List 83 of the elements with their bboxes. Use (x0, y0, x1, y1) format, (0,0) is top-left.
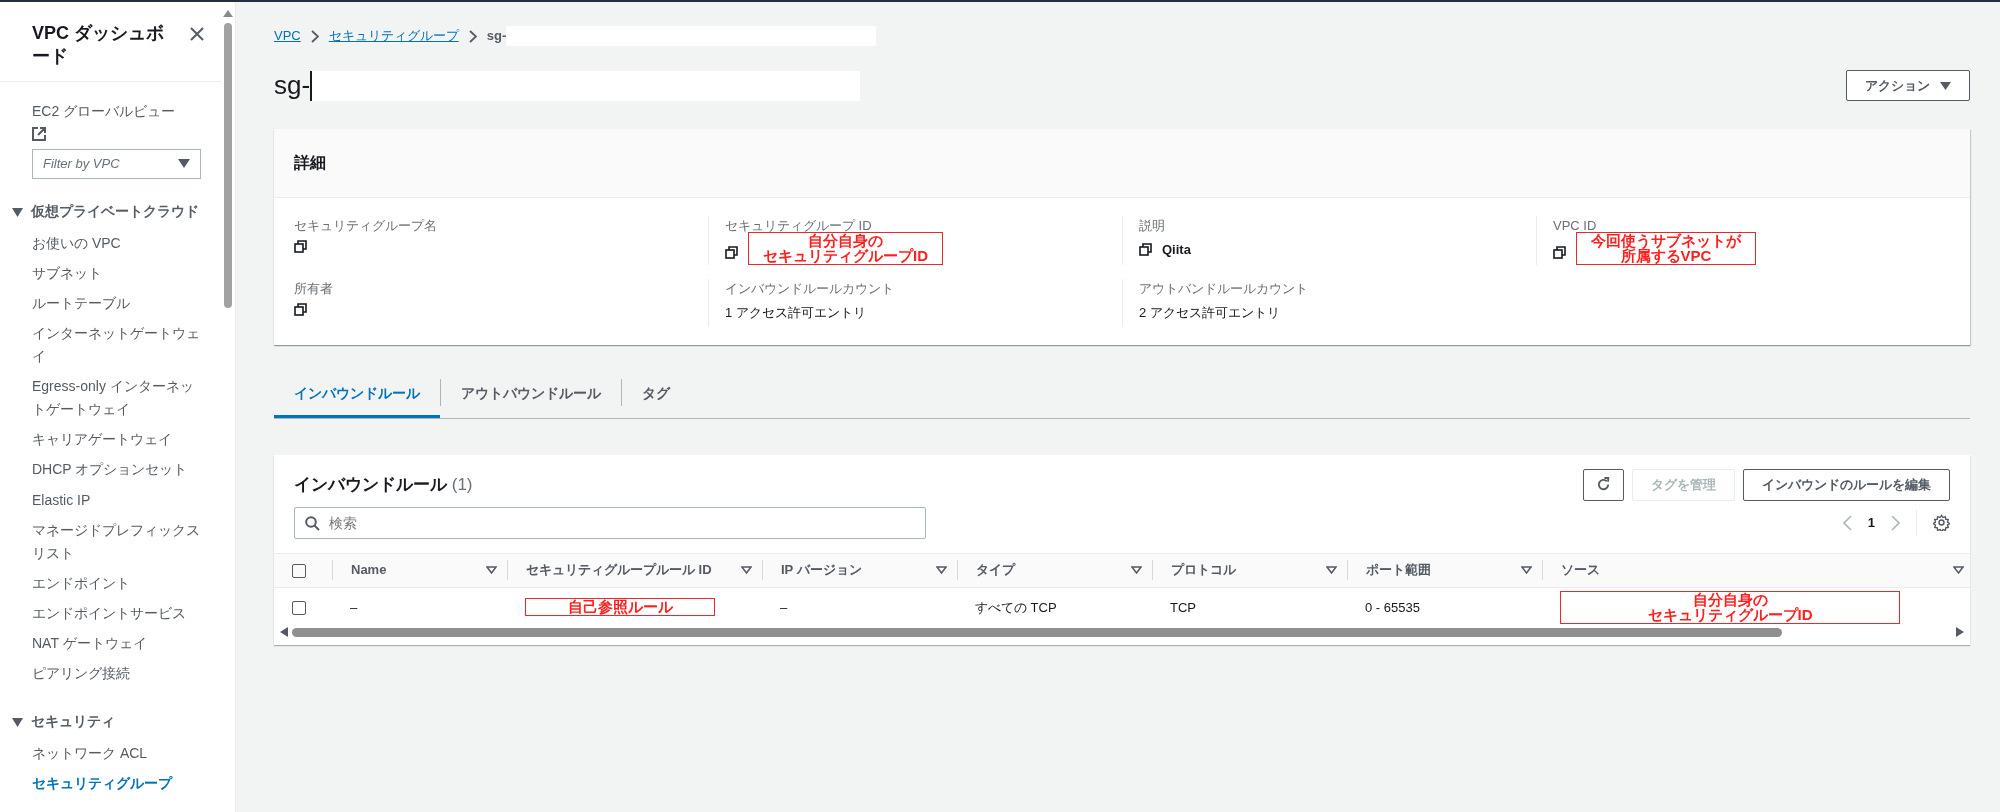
annotation-box: 自分自身の セキュリティグループID (748, 231, 943, 265)
nav-link[interactable]: お使いの VPC (32, 228, 221, 259)
sort-icon[interactable] (1131, 566, 1142, 574)
section-header[interactable]: 仮想プライベートクラウド (12, 200, 211, 223)
nav-link[interactable]: Egress-only インターネットゲートウェイ (32, 372, 221, 426)
nav-link[interactable]: Elastic IP (32, 485, 221, 516)
nav-link[interactable]: エンドポイントサービス (32, 598, 221, 629)
copy-icon[interactable] (725, 245, 738, 259)
nav-link[interactable]: マネージドプレフィックスリスト (32, 515, 221, 569)
checkbox[interactable] (292, 563, 306, 578)
chevron-icon (310, 29, 319, 43)
global-view-link[interactable]: EC2 グローバルビュー (32, 101, 221, 122)
table-cell: – (780, 599, 788, 615)
nav-link[interactable]: サブネット (32, 258, 221, 289)
sidebar-title: VPC ダッシュボード (32, 22, 165, 69)
page-title: sg- (274, 69, 311, 102)
search-field[interactable]: 検索 (294, 506, 926, 539)
sort-icon[interactable] (1326, 566, 1337, 574)
tab[interactable]: インバウンドルール (274, 367, 440, 418)
sort-icon[interactable] (741, 566, 752, 574)
scroll-up-icon[interactable] (223, 10, 233, 17)
chevron-icon (468, 29, 477, 43)
sort-icon[interactable] (1521, 566, 1532, 574)
annotation-box: 自己参照ルール (525, 598, 715, 617)
nav-link[interactable]: ルートテーブル (32, 288, 221, 319)
scrollbar-thumb[interactable] (224, 23, 232, 308)
nav-link[interactable]: エンドポイント (32, 568, 221, 599)
nav-link[interactable]: キャリアゲートウェイ (32, 425, 221, 456)
annotation-box: 自分自身の セキュリティグループID (1560, 590, 1900, 624)
settings-icon[interactable] (1933, 514, 1950, 531)
nav-link[interactable]: NAT ゲートウェイ (32, 628, 221, 660)
field-label: VPC ID (1553, 217, 1598, 233)
caret-icon (1940, 81, 1951, 90)
sort-icon[interactable] (486, 566, 497, 574)
caret-icon (178, 159, 190, 169)
table-cell: – (350, 599, 358, 615)
external-link-icon[interactable] (32, 126, 46, 141)
panel-title: インバウンドルール (1) (294, 474, 473, 496)
checkbox[interactable] (292, 601, 306, 616)
caret-icon (12, 718, 23, 728)
field-label: セキュリティグループ ID (725, 217, 873, 233)
nav-link[interactable]: ネットワーク ACL (32, 738, 221, 769)
field-label: インバウンドルールカウント (725, 280, 895, 298)
copy-icon[interactable] (294, 302, 307, 316)
nav-link[interactable]: ピアリング接続 (32, 659, 221, 690)
field-value: Qiita (1162, 240, 1191, 259)
field-label: 所有者 (294, 280, 334, 298)
search-icon (305, 515, 320, 531)
field-value: 2 アクセス許可エントリ (1139, 303, 1280, 322)
refresh-button[interactable] (1583, 469, 1624, 501)
scroll-right-icon[interactable] (1956, 627, 1964, 637)
refresh-icon (1596, 477, 1611, 493)
page-number[interactable]: 1 (1867, 512, 1875, 533)
nav-link[interactable]: DHCP オプションセット (32, 455, 221, 486)
sort-icon[interactable] (1953, 566, 1964, 574)
field-label: 説明 (1139, 217, 1166, 235)
toolbar-button[interactable]: インバウンドのルールを編集 (1743, 469, 1950, 501)
table-cell: すべての TCP (975, 599, 1057, 615)
breadcrumb-current: sg- (486, 27, 507, 46)
table-cell: TCP (1170, 599, 1196, 615)
actions-dropdown-button[interactable]: アクション (1846, 69, 1970, 102)
nav-link[interactable]: インターネットゲートウェイ (32, 318, 221, 373)
vpc-filter-dropdown[interactable]: Filter by VPC (32, 148, 201, 179)
caret-icon (12, 207, 23, 217)
tab[interactable]: タグ (622, 367, 690, 418)
field-label: アウトバンドルールカウント (1139, 280, 1309, 298)
card-title: 詳細 (274, 129, 1970, 198)
annotation-box: 今回使うサブネットが 所属するVPC (1576, 231, 1756, 265)
copy-icon[interactable] (294, 239, 307, 253)
copy-icon[interactable] (1139, 242, 1152, 256)
copy-icon[interactable] (1553, 245, 1566, 259)
table-cell: 0 - 65535 (1365, 599, 1420, 615)
breadcrumb-link[interactable]: セキュリティグループ (328, 26, 459, 46)
field-value: 1 アクセス許可エントリ (725, 303, 866, 322)
scroll-left-icon[interactable] (280, 627, 288, 637)
close-icon[interactable] (189, 26, 205, 42)
field-label: セキュリティグループ名 (294, 217, 438, 235)
section-header[interactable]: セキュリティ (12, 711, 211, 733)
breadcrumb-link[interactable]: VPC (274, 26, 301, 46)
scrollbar-thumb[interactable] (292, 627, 1782, 637)
sort-icon[interactable] (936, 566, 947, 574)
nav-link[interactable]: セキュリティグループ (32, 768, 221, 800)
tab[interactable]: アウトバウンドルール (441, 367, 621, 418)
